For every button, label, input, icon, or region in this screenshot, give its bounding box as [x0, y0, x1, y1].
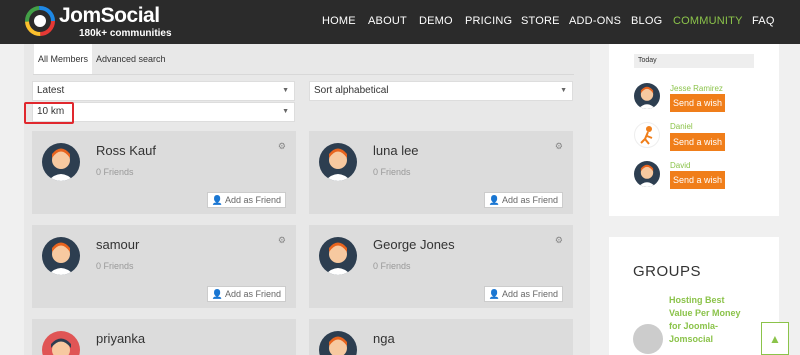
user-avatar-icon	[325, 242, 351, 275]
user-avatar-icon	[329, 336, 347, 355]
birthday-user-name[interactable]: Daniel	[670, 122, 693, 131]
gear-icon[interactable]: ⚙	[555, 235, 563, 246]
tab-all-members[interactable]: All Members	[34, 44, 93, 74]
user-avatar-icon	[48, 242, 74, 275]
group-name-link[interactable]: Hosting Best Value Per Money for Joomla-…	[669, 294, 749, 346]
member-card: George Jones 0 Friends ⚙ 👤 Add as Friend	[309, 225, 573, 308]
groups-widget: GROUPS Hosting Best Value Per Money for …	[609, 237, 779, 355]
avatar[interactable]	[42, 143, 80, 181]
member-name[interactable]: priyanka	[96, 331, 145, 346]
user-avatar-icon	[325, 148, 351, 181]
nav-pricing[interactable]: PRICING	[465, 15, 512, 27]
group-avatar[interactable]	[633, 324, 663, 354]
sort-alphabetical-select[interactable]: Sort alphabetical ▼	[309, 81, 573, 101]
member-card: Ross Kauf 0 Friends ⚙ 👤 Add as Friend	[32, 131, 296, 214]
gear-icon[interactable]: ⚙	[278, 141, 286, 152]
birthday-user-name[interactable]: David	[670, 161, 690, 170]
member-card: luna lee 0 Friends ⚙ 👤 Add as Friend	[309, 131, 573, 214]
tabs-divider	[33, 74, 574, 75]
user-add-icon: 👤	[488, 195, 500, 205]
birthdays-today-heading: Today	[634, 54, 754, 68]
top-navbar: JomSocial 180k+ communities HOME ABOUT D…	[0, 0, 800, 44]
friend-count: 0 Friends	[373, 167, 411, 177]
user-avatar-icon	[638, 164, 656, 187]
member-name[interactable]: Ross Kauf	[96, 143, 156, 158]
gear-icon[interactable]: ⚙	[278, 235, 286, 246]
nav-about[interactable]: ABOUT	[368, 15, 407, 27]
user-avatar-icon	[51, 338, 71, 355]
member-card: nga	[309, 319, 573, 355]
member-name[interactable]: George Jones	[373, 237, 455, 252]
member-name[interactable]: luna lee	[373, 143, 419, 158]
birthdays-widget: Today Jesse Ramirez Send a wish Daniel S…	[609, 44, 779, 216]
sort-latest-select[interactable]: Latest ▼	[32, 81, 295, 101]
sort-latest-value: Latest	[37, 85, 65, 96]
chevron-down-icon: ▼	[282, 87, 289, 94]
member-card: samour 0 Friends ⚙ 👤 Add as Friend	[32, 225, 296, 308]
add-friend-button[interactable]: 👤 Add as Friend	[206, 286, 286, 302]
nav-community[interactable]: COMMUNITY	[673, 15, 743, 27]
add-friend-label: Add as Friend	[501, 195, 558, 205]
add-friend-label: Add as Friend	[224, 195, 281, 205]
user-add-icon: 👤	[488, 289, 500, 299]
member-name[interactable]: nga	[373, 331, 395, 346]
birthday-user-name[interactable]: Jesse Ramirez	[670, 84, 723, 93]
avatar[interactable]	[634, 83, 660, 109]
nav-store[interactable]: STORE	[521, 15, 560, 27]
add-friend-label: Add as Friend	[501, 289, 558, 299]
friend-count: 0 Friends	[373, 261, 411, 271]
sort-alpha-value: Sort alphabetical	[314, 85, 389, 96]
main-nav: HOME ABOUT DEMO PRICING STORE ADD-ONS BL…	[0, 15, 800, 29]
send-wish-button[interactable]: Send a wish	[670, 171, 726, 189]
add-friend-button[interactable]: 👤 Add as Friend	[206, 192, 286, 208]
scroll-to-top-button[interactable]: ▲	[761, 322, 789, 355]
nav-faq[interactable]: FAQ	[752, 15, 775, 27]
add-friend-label: Add as Friend	[224, 289, 281, 299]
avatar[interactable]	[42, 237, 80, 275]
avatar[interactable]	[319, 237, 357, 275]
member-name[interactable]: samour	[96, 237, 139, 252]
send-wish-button[interactable]: Send a wish	[670, 94, 726, 112]
logo-subtitle: 180k+ communities	[79, 28, 172, 39]
add-friend-button[interactable]: 👤 Add as Friend	[483, 192, 563, 208]
member-card: priyanka	[32, 319, 296, 355]
groups-title: GROUPS	[633, 263, 702, 280]
chevron-down-icon: ▼	[560, 87, 567, 94]
chevron-down-icon: ▼	[282, 108, 289, 115]
user-add-icon: 👤	[211, 289, 223, 299]
nav-blog[interactable]: BLOG	[631, 15, 662, 27]
distance-highlight-box	[24, 102, 74, 124]
avatar[interactable]	[634, 122, 660, 148]
user-avatar-icon	[638, 86, 656, 109]
avatar[interactable]	[319, 143, 357, 181]
friend-count: 0 Friends	[96, 261, 134, 271]
tab-advanced-search[interactable]: Advanced search	[92, 44, 170, 74]
user-avatar-icon	[48, 148, 74, 181]
add-friend-button[interactable]: 👤 Add as Friend	[483, 286, 563, 302]
nav-home[interactable]: HOME	[322, 15, 356, 27]
user-add-icon: 👤	[211, 195, 223, 205]
send-wish-button[interactable]: Send a wish	[670, 133, 726, 151]
gear-icon[interactable]: ⚙	[555, 141, 563, 152]
avatar[interactable]	[42, 331, 80, 355]
avatar[interactable]	[634, 161, 660, 187]
friend-count: 0 Friends	[96, 167, 134, 177]
runner-avatar-icon	[640, 126, 653, 145]
nav-demo[interactable]: DEMO	[419, 15, 453, 27]
nav-add-ons[interactable]: ADD-ONS	[569, 15, 621, 27]
avatar[interactable]	[319, 331, 357, 355]
